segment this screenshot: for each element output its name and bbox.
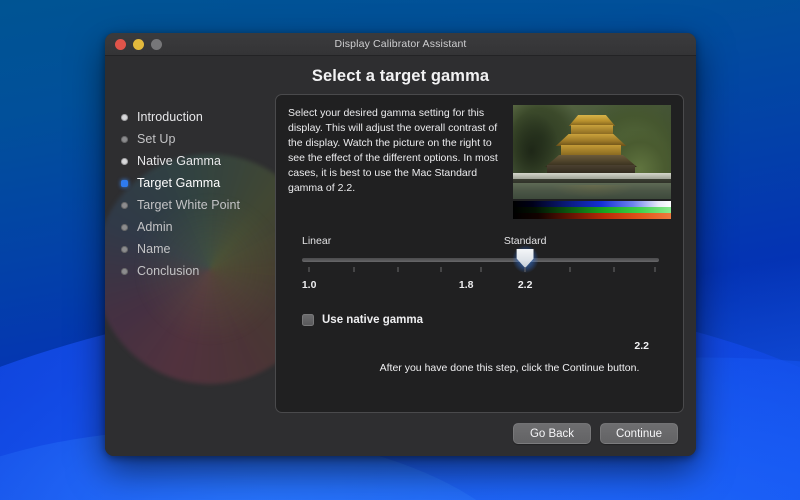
sidebar-item-label: Introduction: [137, 110, 203, 124]
sidebar-item-label: Set Up: [137, 132, 176, 146]
slider-thumb[interactable]: [512, 244, 539, 273]
window-controls: [115, 38, 162, 50]
sidebar-item-target-white-point[interactable]: Target White Point: [117, 194, 275, 216]
go-back-button[interactable]: Go Back: [513, 423, 591, 444]
step-instruction-note: After you have done this step, click the…: [379, 362, 640, 374]
slider-tick-labels: 1.0 1.8 2.2: [302, 279, 659, 294]
red-gradient-bar: [513, 213, 671, 219]
sidebar-item-native-gamma[interactable]: Native Gamma: [117, 150, 275, 172]
step-bullet-icon: [121, 113, 128, 121]
gamma-preview: [513, 105, 671, 219]
zoom-button: [151, 38, 162, 50]
desktop-background: Display Calibrator Assistant Select a ta…: [0, 0, 800, 500]
slider-tick-label-3: 2.2: [517, 279, 533, 291]
sidebar-item-name[interactable]: Name: [117, 238, 275, 260]
sidebar-item-label: Name: [137, 242, 171, 256]
gamma-slider-group: Linear Standard 1.0 1.8 2.2: [288, 235, 671, 294]
step-bullet-icon: [121, 201, 128, 209]
slider-tick: [569, 267, 571, 272]
slider-tick-label-1: 1.0: [301, 279, 317, 291]
continue-button[interactable]: Continue: [600, 423, 678, 444]
step-bullet-icon: [121, 223, 128, 231]
close-button[interactable]: [115, 38, 126, 50]
sidebar-item-label: Native Gamma: [137, 154, 221, 168]
slider-tick: [613, 267, 615, 272]
slider-caption-linear: Linear: [302, 235, 332, 247]
display-calibrator-window: Display Calibrator Assistant Select a ta…: [105, 33, 696, 456]
slider-tick: [440, 267, 442, 272]
instruction-text: Select your desired gamma setting for th…: [288, 107, 498, 194]
window-body: Select a target gamma Introduction Set U…: [105, 56, 696, 456]
page-title: Select a target gamma: [311, 67, 490, 85]
color-gradient-bars: [513, 201, 671, 219]
gamma-value-readout: 2.2: [634, 340, 649, 352]
use-native-gamma-label: Use native gamma: [322, 314, 423, 326]
step-bullet-active-icon: [121, 179, 128, 187]
sidebar-item-label: Target White Point: [137, 198, 241, 212]
window-titlebar[interactable]: Display Calibrator Assistant: [105, 33, 696, 56]
photo-pond-reflection: [553, 185, 633, 197]
sidebar-item-conclusion[interactable]: Conclusion: [117, 260, 275, 282]
photo-temple-tier-top: [571, 125, 613, 134]
slider-tick: [308, 267, 310, 272]
photo-temple-tier-middle: [561, 145, 621, 156]
preview-photo-image: [513, 105, 671, 199]
step-bullet-icon: [121, 135, 128, 143]
footer-buttons: Go Back Continue: [105, 423, 696, 456]
gamma-slider[interactable]: [302, 244, 659, 273]
step-bullet-icon: [121, 157, 128, 165]
sidebar-item-set-up[interactable]: Set Up: [117, 128, 275, 150]
slider-tick: [654, 267, 656, 272]
sidebar-item-admin[interactable]: Admin: [117, 216, 275, 238]
slider-tick: [397, 267, 399, 272]
window-title: Display Calibrator Assistant: [334, 38, 467, 50]
slider-tick-label-2: 1.8: [458, 279, 474, 291]
use-native-gamma-row[interactable]: Use native gamma: [288, 314, 671, 326]
slider-ticks: [302, 267, 659, 275]
main-content-area: Introduction Set Up Native Gamma Target …: [105, 94, 696, 423]
sidebar-item-label: Target Gamma: [137, 176, 221, 190]
sidebar-item-label: Conclusion: [137, 264, 200, 278]
slider-tick: [524, 267, 526, 272]
sidebar-item-label: Admin: [137, 220, 173, 234]
content-panel: Select your desired gamma setting for th…: [275, 94, 684, 413]
sidebar-item-target-gamma[interactable]: Target Gamma: [117, 172, 275, 194]
step-bullet-icon: [121, 245, 128, 253]
slider-tick: [353, 267, 355, 272]
sidebar-item-introduction[interactable]: Introduction: [117, 106, 275, 128]
step-bullet-icon: [121, 267, 128, 275]
panel-top-row: Select your desired gamma setting for th…: [288, 105, 671, 219]
steps-sidebar: Introduction Set Up Native Gamma Target …: [105, 94, 275, 423]
slider-track[interactable]: [302, 258, 659, 262]
slider-tick: [480, 267, 481, 272]
slider-captions: Linear Standard: [302, 235, 659, 250]
minimize-button[interactable]: [133, 38, 144, 50]
use-native-gamma-checkbox[interactable]: [302, 314, 314, 326]
